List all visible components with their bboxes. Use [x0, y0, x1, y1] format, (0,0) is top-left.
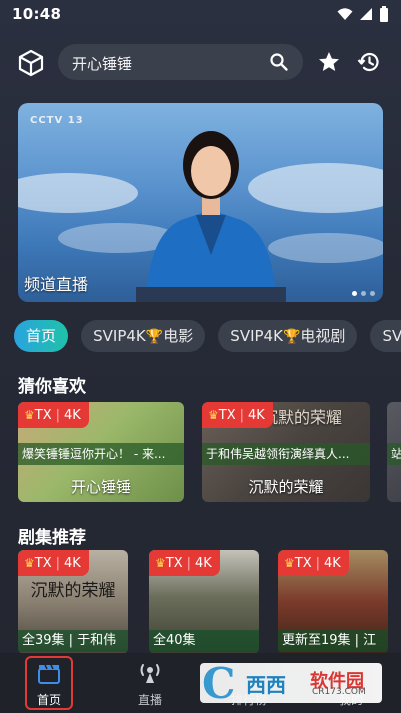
badge-source: TX [34, 408, 52, 423]
trophy-icon: 🏆 [282, 329, 301, 345]
banner-label: 频道直播 [24, 275, 89, 294]
crown-icon: ♛ [155, 556, 166, 570]
crown-icon: ♛ [24, 408, 35, 422]
tab-suffix: 电视剧 [300, 327, 346, 345]
carousel-dot [370, 291, 375, 296]
badge-source: TX [34, 556, 52, 571]
top-bar: 开心锤锤 [0, 44, 401, 80]
card-subtitle: 于和伟吴越领衔演绎真人... [202, 443, 370, 465]
status-icons [337, 6, 389, 22]
source-badge: ♛TX | 4K [202, 402, 273, 428]
source-badge: ♛TX | 4K [18, 550, 89, 576]
search-value: 开心锤锤 [72, 55, 133, 73]
section-title-series: 剧集推荐 [18, 528, 86, 548]
nav-label: 直播 [137, 693, 162, 707]
nav-live[interactable]: 直播 [115, 653, 185, 713]
tab-svip-more[interactable]: SVI [370, 320, 401, 352]
badge-source: TX [294, 556, 312, 571]
crown-icon: ♛ [284, 556, 295, 570]
crown-icon: ♛ [24, 556, 35, 570]
watermark-logo: C 西西 软件园 CR173.COM [200, 659, 382, 708]
tab-svip4k-tv[interactable]: SVIP4K🏆电视剧 [218, 320, 358, 352]
section-title-guess: 猜你喜欢 [18, 377, 86, 397]
card-subtitle: 爆笑锤锤逗你开心！ - 来... [18, 443, 184, 465]
source-badge: ♛TX | 4K [149, 550, 220, 576]
cube-logo-icon[interactable] [16, 48, 46, 78]
episode-info: 全39集 | 于和伟 [18, 630, 128, 652]
category-tabs: 首页 SVIP4K🏆电影 SVIP4K🏆电视剧 SVI [14, 320, 401, 352]
tab-prefix: SVIP4K [230, 327, 283, 345]
battery-icon [380, 6, 388, 22]
trophy-icon: 🏆 [145, 329, 164, 345]
badge-source: TX [165, 556, 183, 571]
carousel-dot [361, 291, 366, 296]
video-card[interactable]: 站 [387, 402, 401, 502]
series-card[interactable]: ♛TX | 4K 全40集 [149, 550, 259, 654]
badge-resolution: 4K [195, 556, 212, 571]
news-anchor-image [136, 131, 286, 302]
series-card[interactable]: ♛TX | 4K 更新至19集 | 江 [278, 550, 388, 654]
search-icon[interactable] [269, 52, 289, 72]
badge-resolution: 4K [324, 556, 341, 571]
banner-cloud [18, 173, 138, 213]
tab-home[interactable]: 首页 [14, 320, 69, 352]
episode-info: 全40集 [149, 630, 259, 652]
status-time: 10:48 [12, 5, 62, 23]
channel-logo: CCTV 13 [30, 115, 84, 126]
carousel-indicator [352, 291, 375, 296]
watermark-letter: C [202, 659, 236, 708]
search-input[interactable]: 开心锤锤 [58, 44, 303, 80]
source-badge: ♛TX | 4K [18, 402, 89, 428]
broadcast-icon [140, 664, 160, 683]
badge-resolution: 4K [64, 556, 81, 571]
card-subtitle: 站 [387, 443, 401, 465]
badge-resolution: 4K [248, 408, 265, 423]
tab-prefix: SVIP4K [93, 327, 146, 345]
tab-prefix: SVI [382, 327, 401, 345]
nav-home-highlight [25, 656, 73, 710]
source-badge: ♛TX | 4K [278, 550, 349, 576]
card-title: 沉默的荣耀 [248, 478, 324, 496]
channel-live-banner[interactable]: CCTV 13 频道直播 [18, 103, 383, 302]
signal-icon [360, 8, 372, 20]
wifi-icon [337, 8, 353, 20]
poster-text: 沉默的荣耀 [262, 408, 343, 427]
series-card[interactable]: 沉默的荣耀 ♛TX | 4K 全39集 | 于和伟 [18, 550, 128, 654]
watermark-url: CR173.COM [312, 687, 366, 697]
tab-suffix: 电影 [163, 327, 194, 345]
watermark-main: 西西 [246, 673, 286, 697]
badge-resolution: 4K [64, 408, 81, 423]
card-title: 开心锤锤 [70, 478, 131, 496]
episode-info: 更新至19集 | 江 [278, 630, 388, 652]
status-bar: 10:48 [0, 0, 401, 28]
tab-svip4k-movie[interactable]: SVIP4K🏆电影 [81, 320, 206, 352]
history-icon[interactable] [357, 50, 381, 74]
favorites-star-icon[interactable] [318, 51, 340, 73]
poster-text: 沉默的荣耀 [30, 581, 116, 601]
crown-icon: ♛ [208, 408, 219, 422]
video-card[interactable]: 沉默的荣耀 ♛TX | 4K 于和伟吴越领衔演绎真人... 沉默的荣耀 [202, 402, 370, 502]
badge-source: TX [218, 408, 236, 423]
carousel-dot [352, 291, 357, 296]
video-card[interactable]: ♛TX | 4K 爆笑锤锤逗你开心！ - 来... 开心锤锤 [18, 402, 184, 502]
